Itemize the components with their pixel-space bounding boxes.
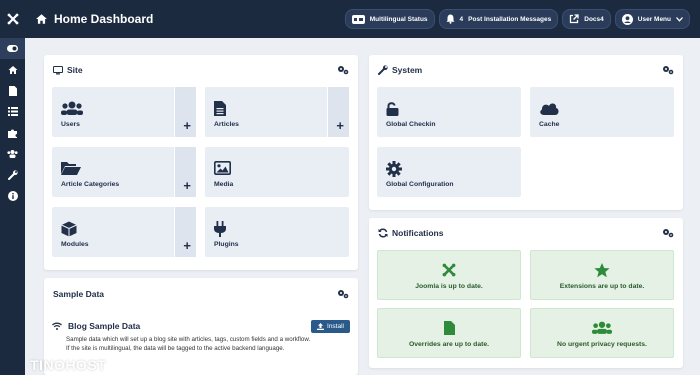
modules-tile-label: Modules — [61, 241, 89, 248]
sync-icon — [378, 228, 388, 238]
upload-icon — [317, 323, 325, 330]
system-module-title: System — [392, 65, 423, 75]
docs-label: Docs4 — [584, 15, 604, 23]
plus-icon: + — [183, 118, 191, 133]
system-module: System Global Checkin Cache Global Confi… — [369, 55, 683, 210]
file-icon — [443, 321, 455, 335]
bell-icon — [446, 14, 455, 24]
chevron-down-icon — [676, 16, 683, 22]
description-line-2: If the site is multilingual, the data wi… — [66, 344, 285, 352]
post-installation-count: 4 — [459, 15, 464, 23]
star-icon — [594, 263, 610, 278]
multilingual-status-label: Multilingual Status — [369, 15, 428, 23]
global-checkin-tile[interactable]: Global Checkin — [377, 87, 521, 137]
image-icon — [214, 161, 231, 175]
joomla-update-label: Joomla is up to date. — [415, 283, 483, 290]
cache-tile[interactable]: Cache — [530, 87, 674, 137]
extensions-update-label: Extensions are up to date. — [559, 283, 645, 290]
language-icon — [351, 14, 365, 24]
toggle-menu-icon[interactable] — [0, 38, 25, 59]
cog-icon — [386, 161, 402, 177]
blog-sample-data-item: Blog Sample Data Install Sample data whi… — [52, 320, 350, 354]
cloud-icon — [540, 103, 559, 115]
plus-icon: + — [336, 118, 344, 133]
folder-open-icon — [61, 162, 81, 175]
media-tile-label: Media — [214, 181, 234, 188]
articles-tile-label: Articles — [214, 121, 239, 128]
privacy-requests-label: No urgent privacy requests. — [557, 341, 647, 348]
global-configuration-tile[interactable]: Global Configuration — [377, 147, 521, 197]
cube-icon — [61, 221, 77, 237]
article-categories-tile-label: Article Categories — [61, 181, 120, 188]
wifi-icon — [52, 322, 62, 330]
module-settings-gear-icon[interactable] — [337, 289, 349, 299]
unlock-icon — [386, 102, 399, 116]
menus-icon[interactable] — [0, 101, 25, 122]
module-settings-gear-icon[interactable] — [337, 65, 349, 75]
joomla-icon — [442, 263, 456, 277]
overrides-tile[interactable]: Overrides are up to date. — [377, 308, 521, 358]
top-header: Home Dashboard Multilingual Status 4 Pos… — [25, 0, 700, 38]
user-menu-button[interactable]: User Menu — [614, 9, 690, 29]
users-icon[interactable] — [0, 143, 25, 164]
components-icon[interactable] — [0, 122, 25, 143]
articles-tile[interactable]: Articles + — [205, 87, 349, 137]
site-module-title: Site — [67, 65, 83, 75]
watermark-logo: TINOHOST — [30, 357, 107, 373]
plugins-tile[interactable]: Plugins — [205, 207, 349, 257]
sample-data-title: Sample Data — [53, 289, 105, 299]
users-tile[interactable]: Users + — [52, 87, 196, 137]
external-link-icon — [570, 14, 579, 24]
content-icon[interactable] — [0, 80, 25, 101]
blog-sample-data-title: Blog Sample Data — [68, 321, 141, 331]
users-icon — [61, 101, 83, 115]
install-button[interactable]: Install — [311, 320, 350, 333]
plus-icon: + — [183, 178, 191, 193]
plugins-tile-label: Plugins — [214, 241, 239, 248]
overrides-label: Overrides are up to date. — [408, 341, 490, 348]
add-article-button[interactable]: + — [327, 87, 349, 137]
privacy-requests-tile[interactable]: No urgent privacy requests. — [530, 308, 674, 358]
notifications-module: Notifications Joomla is up to date. Exte… — [369, 218, 683, 368]
article-categories-tile[interactable]: Article Categories + — [52, 147, 196, 197]
users-icon — [592, 321, 612, 334]
users-tile-label: Users — [61, 121, 80, 128]
wrench-icon — [378, 65, 388, 75]
system-wrench-icon[interactable] — [0, 164, 25, 185]
site-module: Site Users + Articles + Article Categori… — [44, 55, 358, 270]
global-checkin-tile-label: Global Checkin — [386, 121, 436, 128]
user-circle-icon — [621, 13, 633, 25]
page-title-text: Home Dashboard — [54, 12, 154, 26]
media-tile[interactable]: Media — [205, 147, 349, 197]
notifications-module-title: Notifications — [392, 228, 444, 238]
home-icon[interactable] — [0, 59, 25, 80]
joomla-update-tile[interactable]: Joomla is up to date. — [377, 250, 521, 300]
desktop-icon — [53, 65, 63, 74]
help-info-icon[interactable] — [0, 185, 25, 206]
multilingual-status-button[interactable]: Multilingual Status — [344, 9, 435, 29]
plug-icon — [214, 221, 226, 237]
blog-sample-data-description: Sample data which will set up a blog sit… — [66, 336, 350, 354]
global-configuration-tile-label: Global Configuration — [386, 181, 454, 188]
add-module-button[interactable]: + — [174, 207, 196, 257]
cache-tile-label: Cache — [539, 121, 560, 128]
sidebar — [0, 0, 25, 375]
plus-icon: + — [183, 238, 191, 253]
extensions-update-tile[interactable]: Extensions are up to date. — [530, 250, 674, 300]
user-menu-label: User Menu — [637, 15, 671, 23]
add-user-button[interactable]: + — [174, 87, 196, 137]
install-button-label: Install — [327, 323, 344, 330]
article-file-icon — [214, 101, 226, 116]
page-title: Home Dashboard — [35, 12, 153, 26]
modules-tile[interactable]: Modules + — [52, 207, 196, 257]
home-icon — [36, 14, 47, 24]
module-settings-gear-icon[interactable] — [662, 228, 674, 238]
description-line-1: Sample data which will set up a blog sit… — [66, 336, 311, 343]
module-settings-gear-icon[interactable] — [662, 65, 674, 75]
docs-button[interactable]: Docs4 — [562, 9, 611, 29]
post-installation-messages-button[interactable]: 4 Post Installation Messages — [438, 9, 559, 29]
post-installation-label: Post Installation Messages — [468, 15, 552, 23]
joomla-logo-icon[interactable] — [0, 0, 25, 38]
add-category-button[interactable]: + — [174, 147, 196, 197]
